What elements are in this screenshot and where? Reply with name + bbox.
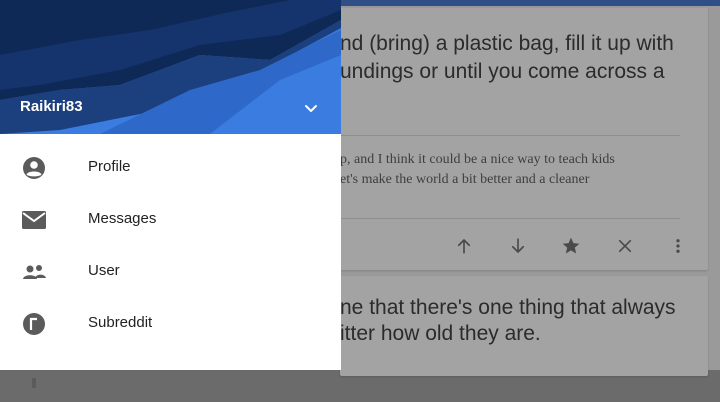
post-divider xyxy=(340,135,680,136)
post-title-line: undings or until you come across a xyxy=(340,60,665,83)
post-title-line: nd (bring) a plastic bag, fill it up wit… xyxy=(340,32,674,55)
mail-icon xyxy=(20,208,48,232)
people-icon xyxy=(20,260,48,284)
post-title-line: ne that there's one thing that always xyxy=(340,296,676,319)
chevron-down-icon[interactable] xyxy=(301,98,321,118)
drawer-item-user[interactable]: User xyxy=(0,246,341,298)
upvote-icon[interactable] xyxy=(452,234,476,258)
navigation-drawer: Raikiri83 Profile Messages User Subreddi… xyxy=(0,0,341,388)
star-icon[interactable] xyxy=(559,234,583,258)
more-icon[interactable] xyxy=(666,234,690,258)
account-username: Raikiri83 xyxy=(20,98,83,115)
post-body-line: p, and I think it could be a nice way to… xyxy=(340,152,615,167)
downvote-icon[interactable] xyxy=(506,234,530,258)
drawer-header[interactable]: Raikiri83 xyxy=(0,0,341,134)
drawer-item-label: User xyxy=(88,262,120,279)
post-title-line: itter how old they are. xyxy=(340,322,541,345)
post-card[interactable]: ne that there's one thing that always it… xyxy=(340,276,708,376)
subreddit-icon xyxy=(20,312,48,336)
drawer-item-label: Profile xyxy=(88,158,131,175)
hide-icon[interactable] xyxy=(613,234,637,258)
drawer-item-next[interactable] xyxy=(0,350,341,402)
drawer-item-subreddit[interactable]: Subreddit xyxy=(0,298,341,350)
drawer-item-messages[interactable]: Messages xyxy=(0,194,341,246)
drawer-item-label: Messages xyxy=(88,210,157,227)
post-card[interactable]: nd (bring) a plastic bag, fill it up wit… xyxy=(340,8,708,270)
drawer-item-label: Subreddit xyxy=(88,314,153,331)
partial-menu-icon xyxy=(20,364,48,388)
drawer-item-profile[interactable]: Profile xyxy=(0,142,341,194)
post-body-line: et's make the world a bit better and a c… xyxy=(340,172,590,187)
post-divider xyxy=(340,218,680,219)
account-circle-icon xyxy=(20,156,48,180)
